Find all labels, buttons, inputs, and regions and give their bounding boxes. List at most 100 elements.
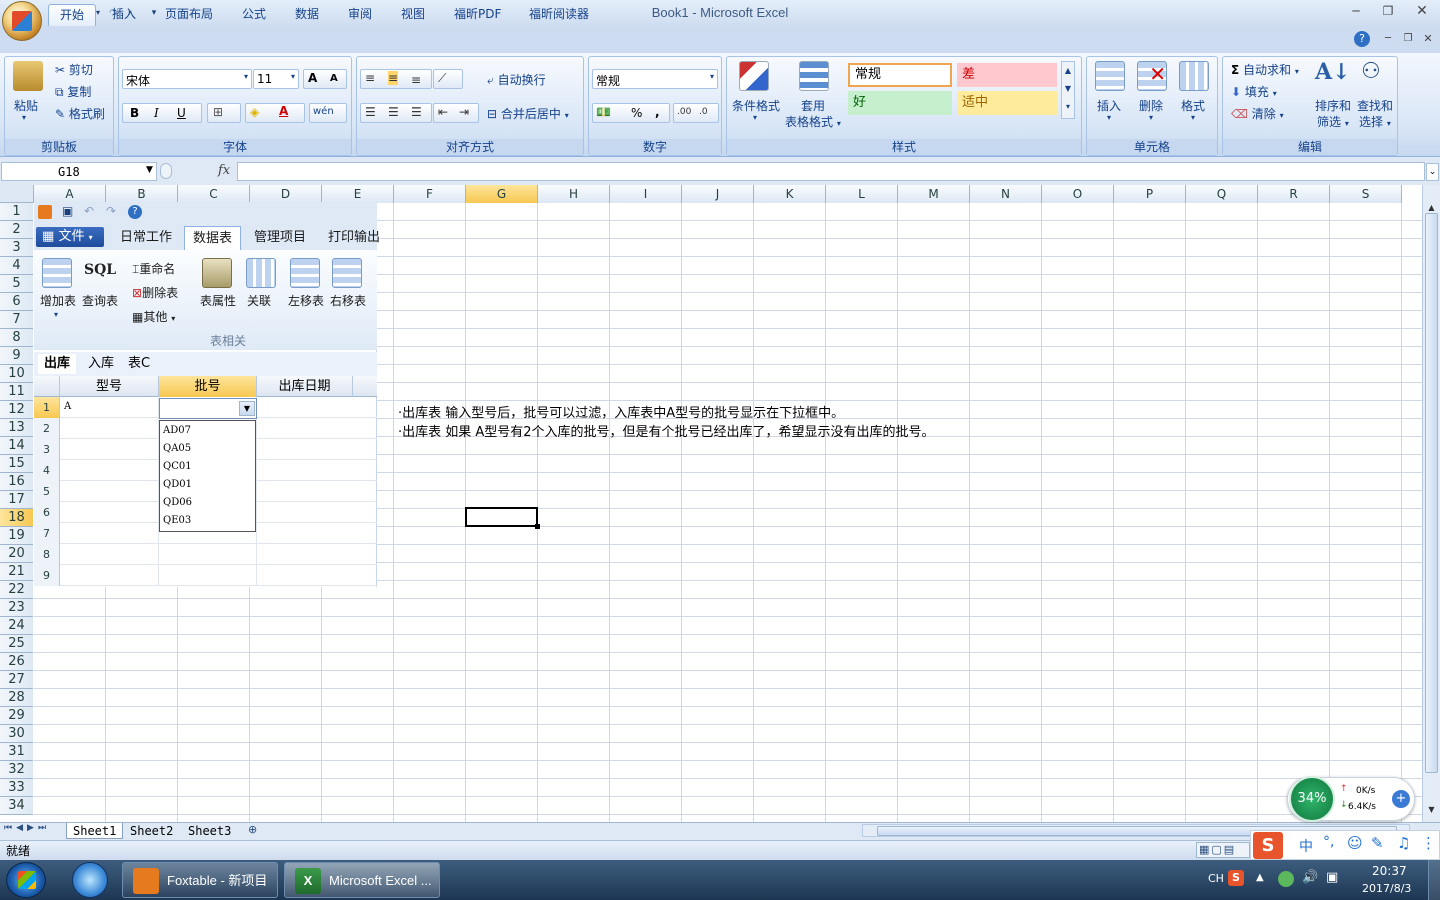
tab-view[interactable]: 视图 <box>390 4 436 26</box>
row-header[interactable]: 12 <box>0 401 33 419</box>
column-header[interactable]: E <box>322 185 394 203</box>
table-row[interactable] <box>34 565 377 586</box>
number-format-select[interactable]: 常规 ▾ <box>592 69 718 89</box>
column-header[interactable]: O <box>1042 185 1114 203</box>
fox-sheet-c[interactable]: 表C <box>122 354 156 374</box>
scroll-down-icon[interactable]: ▼ <box>1425 805 1438 821</box>
row-header[interactable]: 20 <box>0 545 33 563</box>
batch-dropdown-button[interactable]: ▼ <box>239 401 255 416</box>
insert-cells-button[interactable]: 插入 <box>1097 97 1121 114</box>
column-header[interactable]: J <box>682 185 754 203</box>
tab-insert[interactable]: 插入 <box>101 4 147 26</box>
phonetic-button[interactable]: wén <box>309 103 347 123</box>
column-header[interactable]: C <box>178 185 250 203</box>
fox-sheet-in[interactable]: 入库 <box>82 354 120 374</box>
style-normal[interactable]: 常规 <box>848 63 952 87</box>
pen-icon[interactable]: ✎ <box>1371 834 1384 852</box>
fox-tab-manage[interactable]: 管理项目 <box>246 226 314 250</box>
row-header[interactable]: 10 <box>0 365 33 383</box>
column-header[interactable]: N <box>970 185 1042 203</box>
paste-button[interactable]: 粘贴 <box>14 97 38 114</box>
fox-corner[interactable] <box>34 376 60 397</box>
row-header[interactable]: 21 <box>0 563 33 581</box>
emoji-icon[interactable]: ☺ <box>1347 834 1363 852</box>
column-header[interactable]: G <box>466 185 538 203</box>
clear-button[interactable]: ⌫ 清除 ▾ <box>1231 105 1284 122</box>
row-header[interactable]: 3 <box>0 239 33 257</box>
column-header[interactable]: S <box>1330 185 1402 203</box>
rename-button[interactable]: ⌶重命名 <box>132 260 175 277</box>
column-header[interactable]: L <box>826 185 898 203</box>
row-header[interactable]: 7 <box>0 311 33 329</box>
fox-cell-model-1[interactable]: A <box>64 401 71 412</box>
tray-security-icon[interactable] <box>1278 871 1294 887</box>
vertical-scrollbar[interactable]: ▲ ▼ <box>1422 185 1440 822</box>
dropdown-item[interactable]: QC01 <box>163 461 192 472</box>
tab-formulas[interactable]: 公式 <box>231 4 277 26</box>
wrap-text-button[interactable]: ⤶ 自动换行 <box>487 71 546 88</box>
grow-font-button[interactable]: A <box>308 71 317 85</box>
paste-dropdown-icon[interactable]: ▾ <box>22 113 26 122</box>
conditional-dropdown-icon[interactable]: ▾ <box>753 113 757 122</box>
delete-cells-button[interactable]: 删除 <box>1139 97 1163 114</box>
sheet-tab-3[interactable]: Sheet3 <box>182 823 237 839</box>
column-header[interactable]: B <box>106 185 178 203</box>
tab-home[interactable]: 开始 <box>48 4 97 26</box>
align-middle-icon[interactable]: ≡ <box>388 71 399 85</box>
shrink-font-button[interactable]: A <box>330 73 338 84</box>
selected-cell-g18[interactable] <box>465 507 540 529</box>
column-header[interactable]: I <box>610 185 682 203</box>
formula-input[interactable] <box>237 162 1425 181</box>
query-table-button[interactable]: 查询表 <box>82 292 118 309</box>
format-table-button-line1[interactable]: 套用 <box>801 97 825 114</box>
name-box-dropdown-icon[interactable]: ▼ <box>146 165 153 175</box>
column-header[interactable]: Q <box>1186 185 1258 203</box>
name-box[interactable]: G18 <box>1 162 157 181</box>
dropdown-item[interactable]: QA05 <box>163 443 191 454</box>
tray-language[interactable]: CH <box>1208 872 1224 885</box>
column-header[interactable]: F <box>394 185 466 203</box>
minimize-icon[interactable]: ─ <box>1344 2 1368 20</box>
row-header[interactable]: 25 <box>0 635 33 653</box>
mic-icon[interactable]: ♫ <box>1397 834 1410 852</box>
font-size-select[interactable]: 11 ▾ <box>253 69 299 89</box>
sheet-tab-1[interactable]: Sheet1 <box>66 823 124 839</box>
row-header[interactable]: 19 <box>0 527 33 545</box>
merge-center-button[interactable]: ⊟ 合并后居中 ▾ <box>487 105 569 122</box>
tab-foxit-reader[interactable]: 福昕阅读器 <box>518 4 600 26</box>
format-table-button-line2[interactable]: 表格格式 ▾ <box>785 113 841 130</box>
fox-help-icon[interactable]: ? <box>128 205 142 219</box>
dropdown-item[interactable]: AD07 <box>163 425 191 436</box>
restore-icon[interactable]: ❐ <box>1376 2 1400 20</box>
help-icon[interactable]: ? <box>1354 31 1370 47</box>
border-button[interactable]: ⊞ <box>207 103 241 123</box>
start-button[interactable] <box>6 862 46 898</box>
sort-filter-button-line1[interactable]: 排序和 <box>1315 97 1351 114</box>
insert-sheet-icon[interactable]: ⊕ <box>248 823 257 836</box>
cut-button[interactable]: ✂ 剪切 <box>55 61 93 78</box>
clock-date[interactable]: 2017/8/3 <box>1362 882 1411 895</box>
row-header[interactable]: 33 <box>0 779 33 797</box>
copy-button[interactable]: ⧉ 复制 <box>55 83 91 100</box>
currency-icon[interactable]: 💵 <box>596 105 611 119</box>
dropdown-item[interactable]: QD01 <box>163 479 192 490</box>
dropdown-item[interactable]: QE03 <box>163 515 191 526</box>
taskbar-excel[interactable]: X Microsoft Excel ... <box>284 862 440 898</box>
row-header[interactable]: 4 <box>0 257 33 275</box>
comma-button[interactable]: , <box>655 105 660 119</box>
row-header[interactable]: 24 <box>0 617 33 635</box>
align-bottom-icon[interactable]: ≡ <box>411 73 421 87</box>
office-button[interactable] <box>2 1 42 41</box>
show-desktop-button[interactable] <box>1428 860 1440 900</box>
row-header[interactable]: 31 <box>0 743 33 761</box>
row-header[interactable]: 11 <box>0 383 33 401</box>
row-header[interactable]: 1 <box>0 203 33 221</box>
column-header[interactable]: D <box>250 185 322 203</box>
decrease-indent-icon[interactable]: ⇤ <box>438 105 448 119</box>
memory-percent[interactable]: 34% <box>1289 776 1335 822</box>
sheet-tab-2[interactable]: Sheet2 <box>124 823 179 839</box>
row-header[interactable]: 15 <box>0 455 33 473</box>
row-header[interactable]: 30 <box>0 725 33 743</box>
row-header[interactable]: 16 <box>0 473 33 491</box>
move-right-button[interactable]: 右移表 <box>330 292 366 309</box>
